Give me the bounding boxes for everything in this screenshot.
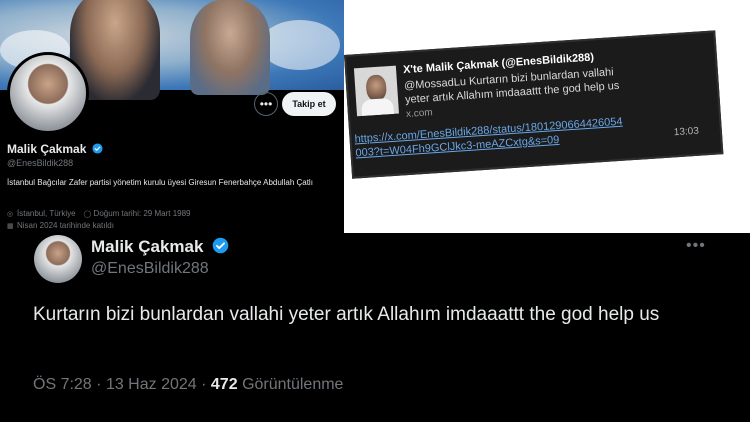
tweet-author-handle[interactable]: @EnesBildik288 [91,260,209,278]
preview-thumbnail [353,65,399,117]
tweet-meta: ÖS 7:28 · 13 Haz 2024 · 472 Görüntülenme [33,376,343,394]
more-button[interactable]: ••• [254,92,278,116]
location-pin-icon: ◎ [7,211,14,218]
preview-link[interactable]: https://x.com/EnesBildik288/status/18012… [354,114,627,160]
separator: · [201,376,207,393]
avatar[interactable] [34,235,82,283]
tweet-text: Kurtarın bizi bunlardan vallahi yeter ar… [33,304,660,325]
view-count-label: Görüntülenme [242,376,344,393]
follow-button[interactable]: Takip et [282,92,336,116]
tweet-time[interactable]: ÖS 7:28 [33,376,92,393]
message-timestamp: 13:03 [673,125,700,139]
tweet-author-name-text: Malik Çakmak [91,237,204,256]
link-preview-area: X'te Malik Çakmak (@EnesBildik288) @Moss… [344,0,750,233]
profile-bio: İstanbul Bağcılar Zafer partisi yönetim … [7,178,313,187]
avatar[interactable] [7,52,89,134]
profile-meta: ◎ İstanbul, Türkiye ◯ Doğum tarihi: 29 Mart… [7,208,190,232]
profile-name-text: Malik Çakmak [7,142,87,156]
verified-badge-icon [92,143,103,154]
profile-joined: Nisan 2024 tarihinde katıldı [17,221,114,230]
profile-card: ••• Takip et Malik Çakmak @EnesBildik288… [0,0,344,233]
profile-name: Malik Çakmak [7,142,103,156]
profile-location: İstanbul, Türkiye [17,209,76,218]
profile-birthdate: Doğum tarihi: 29 Mart 1989 [93,209,191,218]
calendar-icon: ▦ [7,223,14,230]
balloon-icon: ◯ [83,211,92,218]
profile-handle: @EnesBildik288 [7,158,74,168]
more-options-icon[interactable]: ••• [686,237,706,255]
banner-photo [190,0,270,95]
view-count: 472 [210,376,238,393]
tweet-card: Malik Çakmak @EnesBildik288 ••• Kurtarın… [0,233,750,422]
tweet-author-name[interactable]: Malik Çakmak [91,237,229,257]
preview-domain: x.com [405,107,434,121]
verified-badge-icon [212,237,229,254]
separator: · [96,376,102,393]
link-preview-card[interactable]: X'te Malik Çakmak (@EnesBildik288) @Moss… [344,30,724,179]
tweet-date[interactable]: 13 Haz 2024 [106,376,197,393]
